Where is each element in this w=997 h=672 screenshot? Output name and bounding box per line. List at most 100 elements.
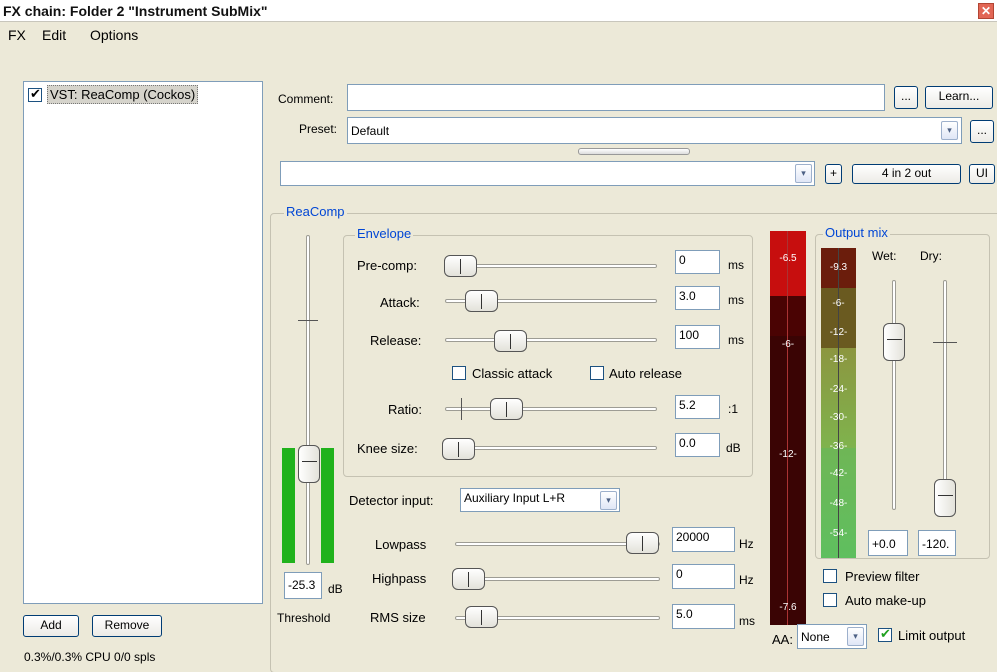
comment-label: Comment: [278,92,334,106]
fx-name: VST: ReaComp (Cockos) [47,85,199,104]
input-meter-left [282,448,295,563]
gr-meter-min: -7.6 [779,602,797,613]
wet-track[interactable] [892,280,896,510]
gain-reduction-meter: -6.5 -6- -12- -7.6 [770,231,806,625]
rms-unit: ms [739,614,755,628]
fx-list[interactable]: VST: ReaComp (Cockos) [23,81,263,604]
release-input[interactable]: 100 [675,325,720,349]
menu-bar: FX Edit Options [0,24,997,46]
knee-slider[interactable] [442,438,475,460]
dry-track[interactable] [943,280,947,510]
rms-slider[interactable] [465,606,498,628]
precomp-slider[interactable] [444,255,477,277]
add-button[interactable]: Add [23,615,79,637]
ui-button[interactable]: UI [969,164,995,184]
highpass-label: Highpass [372,571,427,586]
gr-meter-peak: -6.5 [779,253,797,264]
io-select[interactable]: ▾ [280,161,815,186]
precomp-unit: ms [728,258,744,272]
add-pin-button[interactable]: + [825,164,842,184]
aa-value: None [801,630,830,644]
gr-meter-tick: -12- [779,449,797,460]
wet-input[interactable]: +0.0 [868,530,908,556]
release-unit: ms [728,333,744,347]
auto-makeup-checkbox[interactable] [823,593,837,607]
attack-slider[interactable] [465,290,498,312]
threshold-unit: dB [328,582,343,596]
rms-input[interactable]: 5.0 [672,604,735,629]
attack-label: Attack: [380,295,420,310]
threshold-label: Threshold [277,611,331,625]
preset-label: Preset: [299,122,338,136]
wet-slider[interactable] [883,323,905,361]
remove-button[interactable]: Remove [92,615,162,637]
limit-output-label: Limit output [898,628,966,643]
threshold-slider[interactable] [298,445,320,483]
auto-release-label: Auto release [609,366,682,381]
precomp-label: Pre-comp: [357,258,417,273]
ratio-slider[interactable] [490,398,523,420]
auto-makeup-label: Auto make-up [845,593,926,608]
close-icon: ✕ [980,4,992,18]
rms-label: RMS size [370,610,426,625]
preset-value: Default [351,124,390,138]
ratio-unit: :1 [728,402,739,416]
auto-release-checkbox[interactable] [590,366,604,380]
lowpass-input[interactable]: 20000 [672,527,735,552]
wet-label: Wet: [872,249,897,263]
preview-filter-label: Preview filter [845,569,920,584]
menu-fx[interactable]: FX [8,27,26,43]
detector-select[interactable]: Auxiliary Input L+R ▾ [460,488,620,512]
highpass-slider[interactable] [452,568,485,590]
output-meter-peak: -9.3 [829,262,848,273]
dry-slider[interactable] [934,479,956,517]
attack-input[interactable]: 3.0 [675,286,720,310]
precomp-input[interactable]: 0 [675,250,720,274]
highpass-input[interactable]: 0 [672,564,735,589]
release-slider[interactable] [494,330,527,352]
knee-input[interactable]: 0.0 [675,433,720,457]
dry-label: Dry: [920,249,942,263]
attack-unit: ms [728,293,744,307]
aa-select[interactable]: None ▾ [797,624,867,649]
dry-input[interactable]: -120. [918,530,956,556]
fx-list-item[interactable]: VST: ReaComp (Cockos) [28,85,259,104]
splitter-handle[interactable] [578,148,690,155]
threshold-zero-tick [298,320,318,321]
chevron-down-icon: ▾ [600,491,617,510]
classic-attack-label: Classic attack [472,366,553,381]
close-button[interactable]: ✕ [978,3,994,19]
envelope-title: Envelope [355,226,414,241]
limit-output-checkbox[interactable] [878,626,892,642]
preview-filter-checkbox[interactable] [823,569,837,583]
lowpass-label: Lowpass [375,537,427,552]
output-mix-title: Output mix [823,225,890,240]
release-label: Release: [370,333,422,348]
chevron-down-icon: ▾ [795,164,812,183]
menu-edit[interactable]: Edit [42,27,66,43]
aa-label: AA: [772,632,793,647]
ratio-tick [461,398,462,420]
threshold-track[interactable] [306,235,310,565]
menu-options[interactable]: Options [90,27,138,43]
plugin-name: ReaComp [284,204,347,219]
comment-more-button[interactable]: ... [894,86,918,109]
ratio-label: Ratio: [388,402,422,417]
threshold-input[interactable]: -25.3 [284,572,322,599]
lowpass-slider[interactable] [626,532,659,554]
learn-button[interactable]: Learn... [925,86,993,109]
chevron-down-icon: ▾ [941,121,958,140]
preset-select[interactable]: Default ▾ [347,117,962,144]
dry-zero-tick [933,342,957,343]
classic-attack-checkbox[interactable] [452,366,466,380]
chevron-down-icon: ▾ [847,627,864,646]
detector-label: Detector input: [349,493,434,508]
input-meter-right [321,448,334,563]
lowpass-unit: Hz [739,537,754,551]
fx-enable-checkbox[interactable] [28,86,42,102]
preset-more-button[interactable]: ... [970,120,994,143]
comment-input[interactable] [347,84,885,111]
routing-button[interactable]: 4 in 2 out [852,164,961,184]
ratio-input[interactable]: 5.2 [675,395,720,419]
highpass-unit: Hz [739,573,754,587]
